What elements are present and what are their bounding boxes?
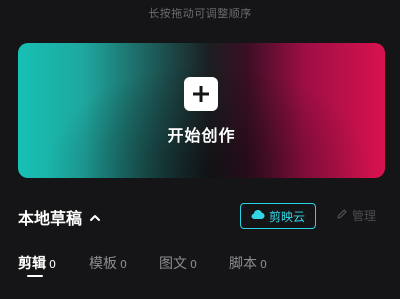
tab-label: 模板: [89, 256, 117, 272]
active-tab-indicator: [27, 275, 43, 277]
jianying-cloud-button[interactable]: 剪映云: [240, 203, 316, 229]
tab-image-text[interactable]: 图文 0: [159, 253, 197, 273]
chevron-up-icon[interactable]: [89, 208, 101, 227]
start-creation-card[interactable]: 开始创作: [18, 43, 385, 178]
local-drafts-title: 本地草稿: [18, 209, 83, 228]
tab-count: 0: [120, 258, 127, 271]
tab-label: 剪辑: [18, 256, 46, 272]
tab-edit[interactable]: 剪辑 0: [18, 253, 56, 277]
plus-icon: [184, 77, 218, 111]
cloud-button-label: 剪映云: [268, 209, 305, 224]
start-creation-label: 开始创作: [167, 126, 236, 145]
manage-label: 管理: [352, 209, 377, 223]
cloud-icon: [251, 209, 265, 223]
tab-count: 0: [190, 258, 197, 271]
local-drafts-header: 本地草稿: [18, 205, 101, 229]
tab-count: 0: [260, 258, 267, 271]
reorder-hint: 长按拖动可调整顺序: [148, 7, 252, 20]
manage-button[interactable]: 管理: [336, 207, 376, 224]
tab-count: 0: [49, 258, 56, 271]
tab-template[interactable]: 模板 0: [89, 253, 127, 273]
tab-label: 脚本: [229, 256, 257, 272]
tab-script[interactable]: 脚本 0: [229, 253, 267, 273]
tab-label: 图文: [159, 256, 187, 272]
pencil-icon: [336, 208, 348, 223]
